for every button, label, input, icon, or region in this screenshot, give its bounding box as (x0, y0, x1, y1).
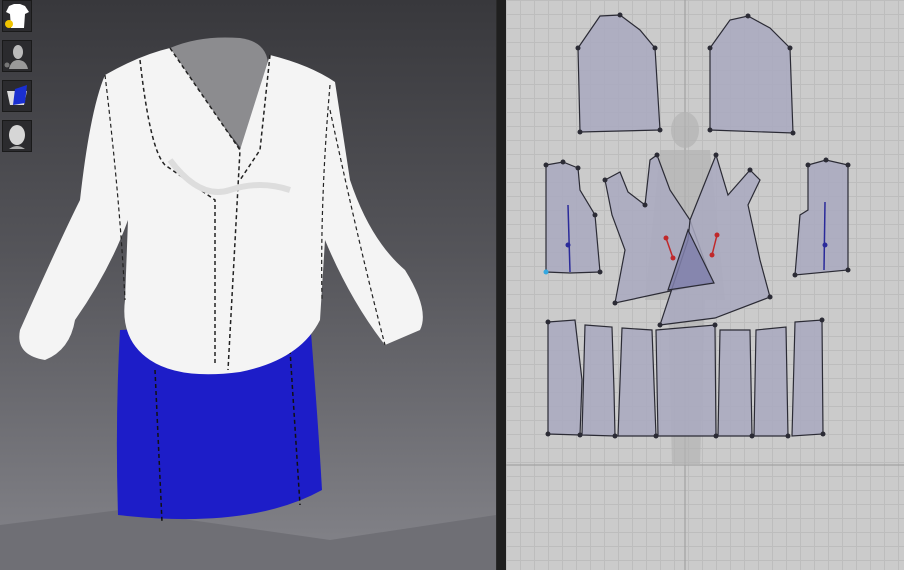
garment-icon (5, 4, 29, 28)
pattern-sleeve-right[interactable] (709, 15, 794, 134)
pattern-skirt-7[interactable] (791, 319, 824, 437)
floor (0, 510, 496, 570)
avatar-body-icon (4, 45, 28, 69)
pattern-side-right[interactable] (794, 159, 849, 276)
pattern-skirt-3[interactable] (617, 327, 657, 437)
pattern-skirt-6[interactable] (753, 326, 789, 437)
toolbar (2, 0, 32, 160)
avatar-head-icon (9, 125, 25, 149)
pattern-skirt-1[interactable] (547, 319, 583, 436)
texture-icon (7, 85, 27, 105)
3d-viewport[interactable] (0, 0, 496, 570)
pattern-skirt-2[interactable] (581, 324, 616, 437)
avatar-body-tool-button[interactable] (2, 40, 32, 72)
pattern-side-left[interactable] (545, 161, 601, 274)
pattern-canvas (506, 0, 904, 570)
pattern-skirt-5[interactable] (717, 329, 753, 437)
avatar-head-tool-button[interactable] (2, 120, 32, 152)
garment-tool-button[interactable] (2, 0, 32, 32)
2d-pattern-window[interactable] (506, 0, 904, 570)
3d-garment-view (0, 37, 496, 570)
texture-tool-button[interactable] (2, 80, 32, 112)
pattern-skirt-4[interactable] (655, 324, 717, 437)
pattern-sleeve-left[interactable] (577, 14, 661, 133)
